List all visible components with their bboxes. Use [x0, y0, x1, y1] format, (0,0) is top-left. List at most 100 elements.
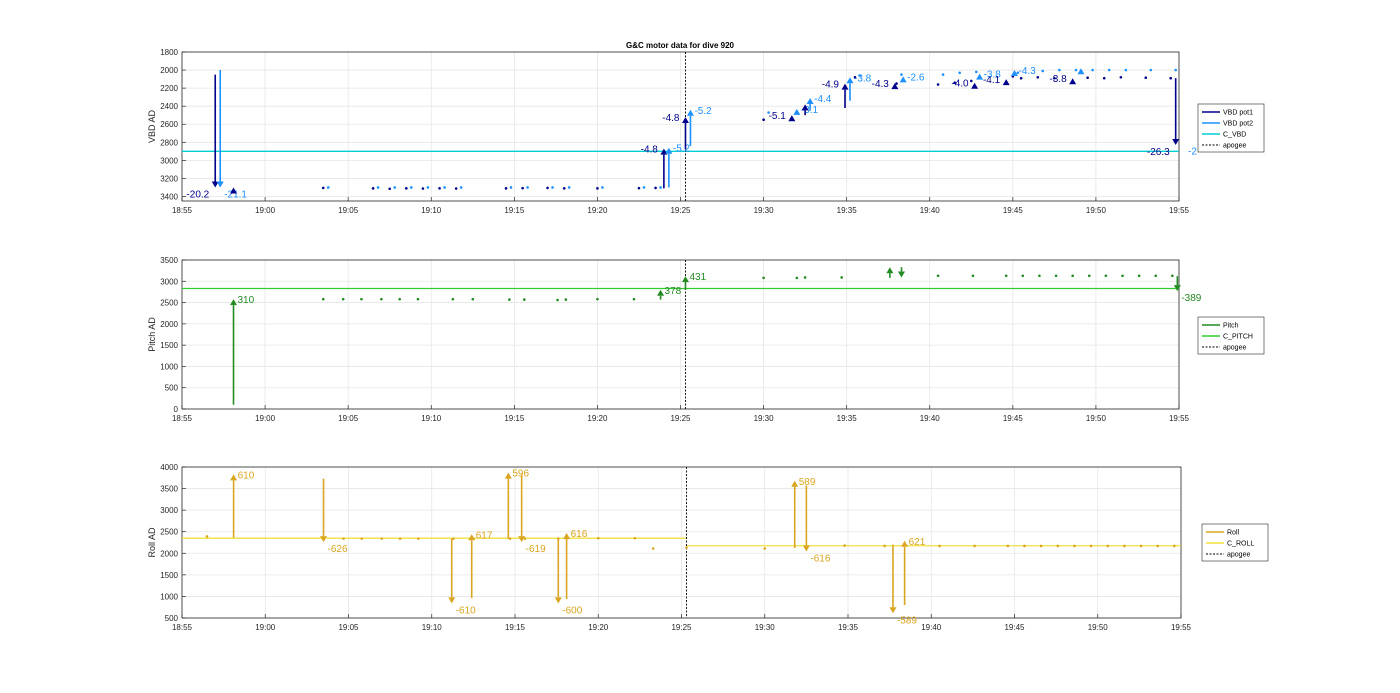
move-arrow-head — [216, 181, 224, 188]
x-tick-label: 19:20 — [587, 414, 608, 423]
y-tick-label: 500 — [165, 384, 179, 393]
data-point — [1039, 544, 1043, 548]
data-point — [637, 186, 641, 190]
legend-entry: Roll — [1227, 530, 1240, 537]
y-tick-label: 2000 — [160, 549, 178, 558]
data-point — [883, 544, 886, 548]
data-point — [421, 187, 425, 190]
data-point — [1173, 544, 1176, 548]
data-point — [393, 186, 396, 189]
move-label: -26.3 — [1147, 147, 1170, 158]
data-point — [1144, 76, 1148, 80]
data-point — [360, 297, 363, 301]
x-tick-label: 19:15 — [505, 623, 526, 632]
data-point — [1006, 544, 1010, 548]
move-arrow-head — [899, 76, 907, 83]
data-point — [417, 537, 420, 540]
x-tick-label: 19:25 — [670, 414, 691, 423]
data-point — [1174, 68, 1177, 72]
data-point — [443, 186, 446, 189]
move-arrow-head — [1002, 79, 1010, 86]
pitch-y-axis-label: Pitch AD — [147, 317, 157, 352]
data-point — [973, 544, 976, 548]
pitch-panel: 18:55 19:00 19:05 19:10 19:15 19:20 19:25 19:30… — [147, 256, 1265, 423]
y-tick-label: 2800 — [160, 138, 178, 147]
data-point — [523, 298, 526, 301]
data-point — [803, 276, 807, 279]
data-point — [1058, 68, 1061, 72]
move-label: 621 — [909, 537, 926, 548]
move-label: -4.0 — [951, 79, 969, 90]
y-tick-label: 2200 — [160, 84, 178, 93]
data-point — [632, 297, 636, 301]
move-label: -4.8 — [641, 145, 659, 156]
legend-entry: apogee — [1223, 143, 1246, 150]
move-arrow-head — [793, 108, 801, 115]
data-point — [1038, 274, 1041, 278]
move-arrow-head — [791, 480, 799, 487]
move-label: -4.3 — [1018, 66, 1036, 77]
move-arrow-head — [554, 597, 562, 604]
data-point — [341, 297, 345, 301]
data-point — [398, 297, 401, 301]
data-point — [471, 297, 475, 301]
x-tick-label: 19:05 — [338, 206, 359, 215]
x-tick-label: 19:45 — [1004, 623, 1025, 632]
data-point — [556, 298, 559, 302]
data-point — [1156, 544, 1159, 548]
y-tick-label: 3200 — [160, 174, 178, 183]
data-point — [633, 536, 637, 540]
roll-y-axis-label: Roll AD — [147, 527, 157, 558]
y-tick-label: 1000 — [160, 362, 178, 371]
vbd-panel: 18:55 19:00 19:05 19:10 19:15 19:20 19:25 19:30… — [147, 48, 1265, 215]
data-point — [1139, 544, 1143, 548]
data-point — [416, 297, 420, 301]
x-tick-label: 19:10 — [421, 414, 442, 423]
data-point — [795, 276, 799, 280]
data-point — [1154, 274, 1158, 278]
x-tick-label: 19:40 — [920, 414, 941, 423]
move-label: -4.4 — [814, 94, 832, 105]
x-tick-label: 19:35 — [838, 623, 859, 632]
x-tick-label: 19:50 — [1086, 414, 1107, 423]
x-tick-label: 19:15 — [504, 206, 525, 215]
data-point — [1036, 75, 1040, 79]
x-tick-label: 19:50 — [1086, 206, 1107, 215]
data-point — [1021, 274, 1025, 278]
data-point — [205, 535, 209, 538]
move-arrow-head — [846, 77, 854, 84]
data-point — [376, 186, 380, 189]
data-point — [601, 186, 604, 189]
x-tick-label: 19:55 — [1169, 206, 1190, 215]
y-tick-label: 2600 — [160, 120, 178, 129]
data-point — [969, 79, 973, 83]
data-point — [1104, 274, 1108, 278]
x-tick-label: 19:20 — [588, 623, 609, 632]
move-label: -4.3 — [872, 79, 890, 90]
x-tick-label: 19:00 — [255, 414, 276, 423]
data-point — [1124, 68, 1128, 72]
move-label: -5.2 — [694, 106, 712, 117]
move-label: 589 — [799, 477, 816, 488]
legend-entry: C_PITCH — [1223, 334, 1253, 341]
data-point — [1106, 544, 1110, 548]
data-point — [546, 186, 549, 190]
y-tick-label: 3500 — [160, 485, 178, 494]
x-tick-label: 19:45 — [1003, 206, 1024, 215]
data-point — [1019, 76, 1023, 80]
data-point — [596, 187, 599, 190]
move-arrow-head — [681, 276, 689, 283]
move-arrow-head — [504, 472, 512, 479]
y-tick-label: 0 — [174, 405, 179, 414]
move-arrow-head — [563, 533, 571, 540]
move-arrow-head — [788, 115, 796, 122]
move-arrow-head — [971, 82, 979, 89]
x-tick-label: 19:30 — [754, 206, 775, 215]
move-label: -5.2 — [673, 144, 691, 155]
x-tick-label: 19:55 — [1169, 414, 1190, 423]
data-point — [974, 70, 978, 74]
y-tick-label: 3500 — [160, 256, 178, 265]
data-point — [410, 186, 413, 189]
data-point — [1102, 76, 1106, 80]
roll-panel: 18:55 19:00 19:05 19:10 19:15 19:20 19:25 19:30… — [147, 463, 1269, 632]
